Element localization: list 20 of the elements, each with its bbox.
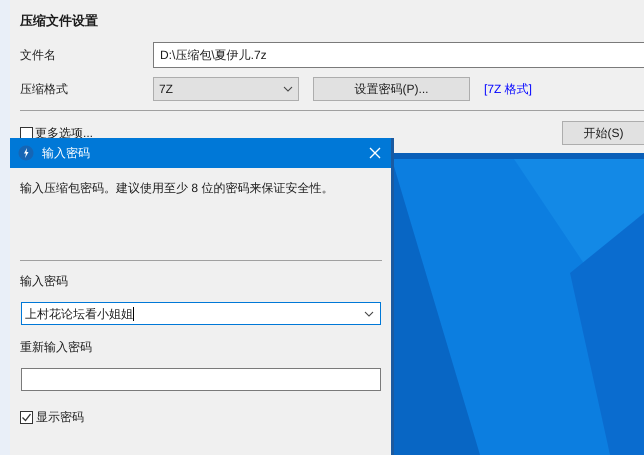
show-password-checkbox[interactable]: 显示密码 [20, 408, 382, 426]
app-icon [18, 145, 34, 161]
set-password-button[interactable]: 设置密码(P)... [313, 77, 470, 101]
start-button[interactable]: 开始(S) [562, 121, 644, 145]
field-label: 压缩格式 [20, 81, 69, 98]
field-label: 输入密码 [20, 273, 69, 290]
field-label: 文件名 [20, 47, 57, 64]
format-dropdown[interactable]: 7Z [153, 77, 299, 101]
close-icon[interactable] [367, 145, 383, 161]
field-label: 重新输入密码 [20, 339, 93, 356]
file-name-field[interactable]: D:\压缩包\夏伊儿.7z [153, 42, 644, 68]
description-text: 输入压缩包密码。建议使用至少 8 位的密码来保证安全性。 [20, 180, 334, 197]
chevron-icon [283, 86, 293, 92]
check-icon [21, 412, 32, 422]
dialog-title: 输入密码 [42, 145, 90, 162]
panel-title: 压缩文件设置 [20, 12, 99, 29]
password-combo-field[interactable]: 上村花论坛看小姐姐 [21, 302, 381, 325]
chevron-icon [364, 310, 374, 316]
format-link[interactable]: [7Z 格式] [484, 80, 532, 98]
password-field[interactable] [21, 368, 381, 391]
